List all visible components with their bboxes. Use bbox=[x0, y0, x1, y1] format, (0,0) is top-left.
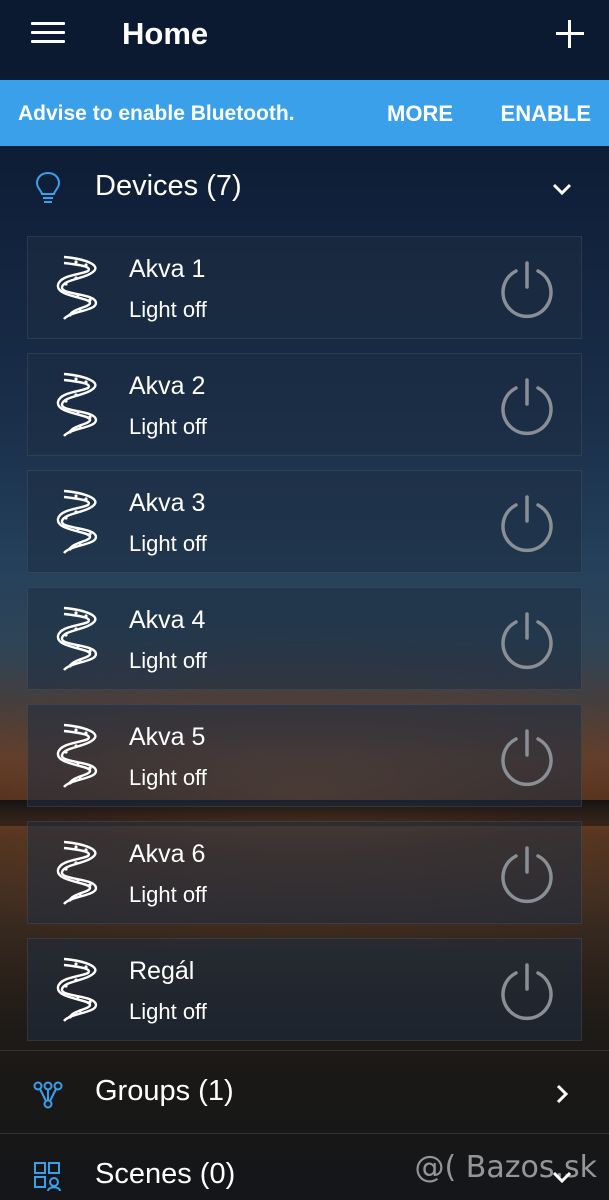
device-card[interactable]: Akva 4 Light off bbox=[27, 587, 582, 690]
power-icon[interactable] bbox=[497, 259, 557, 319]
power-icon[interactable] bbox=[497, 727, 557, 787]
device-status: Light off bbox=[129, 765, 207, 790]
power-icon[interactable] bbox=[497, 493, 557, 553]
power-icon[interactable] bbox=[497, 961, 557, 1021]
devices-section-label: Devices (7) bbox=[95, 170, 242, 202]
device-card[interactable]: Akva 2 Light off bbox=[27, 353, 582, 456]
device-status: Light off bbox=[129, 999, 207, 1024]
power-icon[interactable] bbox=[497, 844, 557, 904]
hamburger-menu-icon[interactable] bbox=[31, 22, 65, 46]
power-icon[interactable] bbox=[497, 610, 557, 670]
device-name: Regál bbox=[129, 957, 195, 985]
chevron-down-icon[interactable] bbox=[551, 178, 573, 200]
power-icon[interactable] bbox=[497, 376, 557, 436]
more-button[interactable]: MORE bbox=[387, 101, 453, 127]
led-strip-icon bbox=[56, 487, 102, 557]
scenes-grid-icon bbox=[34, 1162, 61, 1192]
chevron-right-icon[interactable] bbox=[551, 1083, 573, 1105]
device-status: Light off bbox=[129, 297, 207, 322]
device-name: Akva 1 bbox=[129, 255, 206, 283]
device-card[interactable]: Akva 5 Light off bbox=[27, 704, 582, 807]
add-icon[interactable] bbox=[556, 20, 584, 48]
device-status: Light off bbox=[129, 414, 207, 439]
device-name: Akva 2 bbox=[129, 372, 206, 400]
led-strip-icon bbox=[56, 721, 102, 791]
led-strip-icon bbox=[56, 253, 102, 323]
scenes-section-label: Scenes (0) bbox=[95, 1158, 236, 1190]
device-card[interactable]: Akva 3 Light off bbox=[27, 470, 582, 573]
enable-button[interactable]: ENABLE bbox=[501, 101, 591, 127]
device-card[interactable]: Akva 6 Light off bbox=[27, 821, 582, 924]
device-card[interactable]: Akva 1 Light off bbox=[27, 236, 582, 339]
banner-message: Advise to enable Bluetooth. bbox=[18, 102, 295, 125]
devices-section-header[interactable]: Devices (7) bbox=[0, 146, 609, 232]
page-title: Home bbox=[122, 16, 209, 51]
device-name: Akva 6 bbox=[129, 840, 206, 868]
device-name: Akva 4 bbox=[129, 606, 206, 634]
device-name: Akva 5 bbox=[129, 723, 206, 751]
led-strip-icon bbox=[56, 838, 102, 908]
group-nodes-icon bbox=[33, 1081, 63, 1109]
groups-section-header[interactable]: Groups (1) bbox=[0, 1051, 609, 1137]
bluetooth-banner: Advise to enable Bluetooth. MORE ENABLE bbox=[0, 80, 609, 146]
app-bar: Home bbox=[0, 0, 609, 80]
led-strip-icon bbox=[56, 604, 102, 674]
device-status: Light off bbox=[129, 531, 207, 556]
device-status: Light off bbox=[129, 648, 207, 673]
led-strip-icon bbox=[56, 955, 102, 1025]
device-list: Akva 1 Light off Akva 2 Light off Akva 3 Li… bbox=[27, 236, 582, 1055]
device-status: Light off bbox=[129, 882, 207, 907]
device-card[interactable]: Regál Light off bbox=[27, 938, 582, 1041]
led-strip-icon bbox=[56, 370, 102, 440]
lightbulb-icon bbox=[35, 171, 61, 203]
watermark: @( Bazos.sk bbox=[414, 1150, 597, 1185]
groups-section-label: Groups (1) bbox=[95, 1075, 234, 1107]
device-name: Akva 3 bbox=[129, 489, 206, 517]
